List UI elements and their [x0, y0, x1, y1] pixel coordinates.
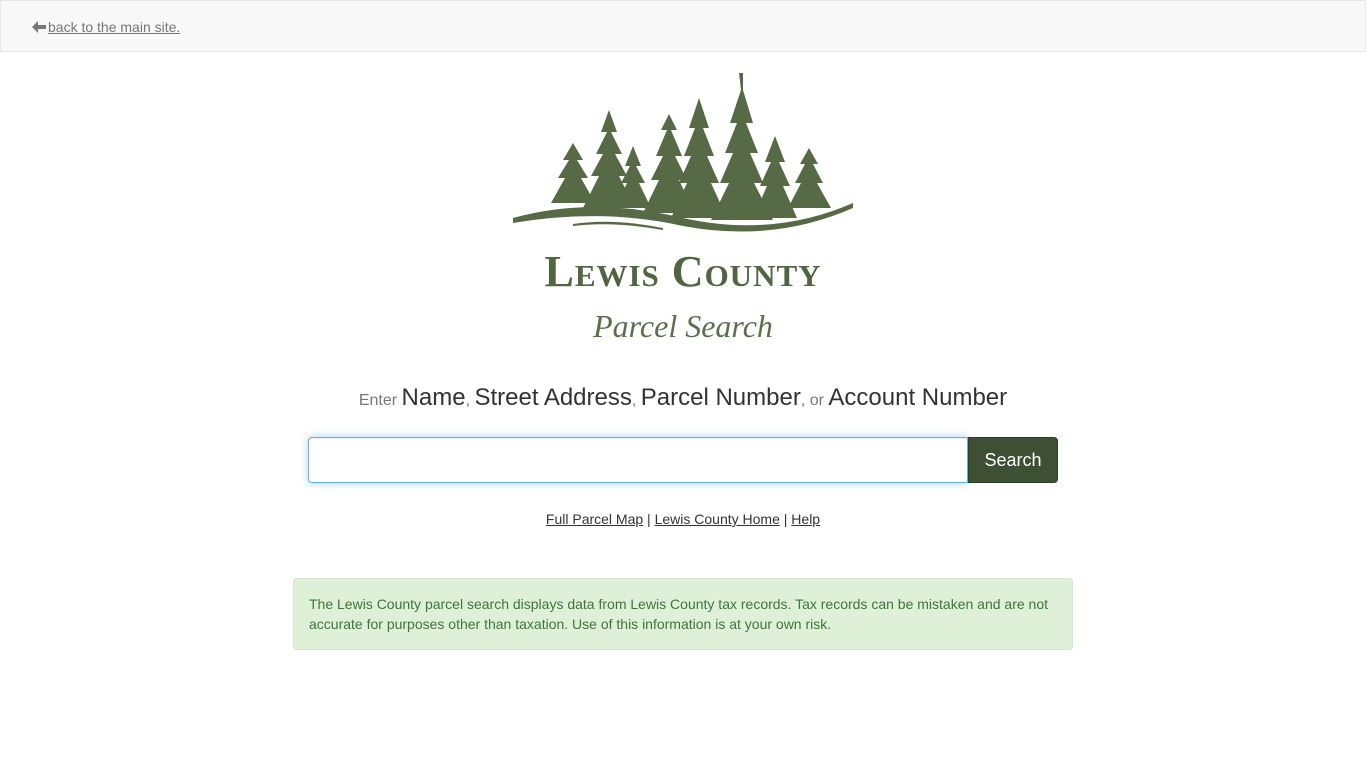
lewis-county-logo: Lewis County Parcel Search — [0, 68, 1366, 344]
prompt-or: , or — [800, 392, 829, 409]
full-parcel-map-link[interactable]: Full Parcel Map — [546, 511, 643, 527]
search-button[interactable]: Search — [968, 437, 1058, 483]
back-link-label: back to the main site. — [48, 19, 181, 35]
prompt-name: Name — [401, 384, 466, 411]
link-separator: | — [643, 511, 655, 527]
help-link[interactable]: Help — [791, 511, 820, 527]
prompt-street-address: Street Address — [474, 384, 632, 411]
pine-trees-icon — [513, 73, 853, 232]
search-input[interactable] — [308, 437, 968, 483]
back-to-main-site-link[interactable]: back to the main site. — [32, 19, 180, 35]
link-separator: | — [779, 511, 792, 527]
search-instructions: Enter Name, Street Address, Parcel Numbe… — [0, 384, 1366, 412]
footer-links: Full Parcel Map | Lewis County Home | He… — [0, 511, 1366, 527]
prompt-parcel-number: Parcel Number — [640, 384, 801, 411]
logo-title: Lewis County — [544, 247, 822, 296]
prompt-comma-2: , — [631, 392, 641, 409]
search-form: Search — [308, 437, 1058, 483]
top-navbar: back to the main site. — [0, 0, 1366, 52]
prompt-account-number: Account Number — [828, 384, 1008, 411]
arrow-left-icon — [32, 21, 46, 33]
logo-subtitle: Parcel Search — [593, 308, 773, 344]
disclaimer-notice: The Lewis County parcel search displays … — [293, 578, 1073, 650]
prompt-enter: Enter — [358, 392, 402, 409]
lewis-county-home-link[interactable]: Lewis County Home — [655, 511, 780, 527]
